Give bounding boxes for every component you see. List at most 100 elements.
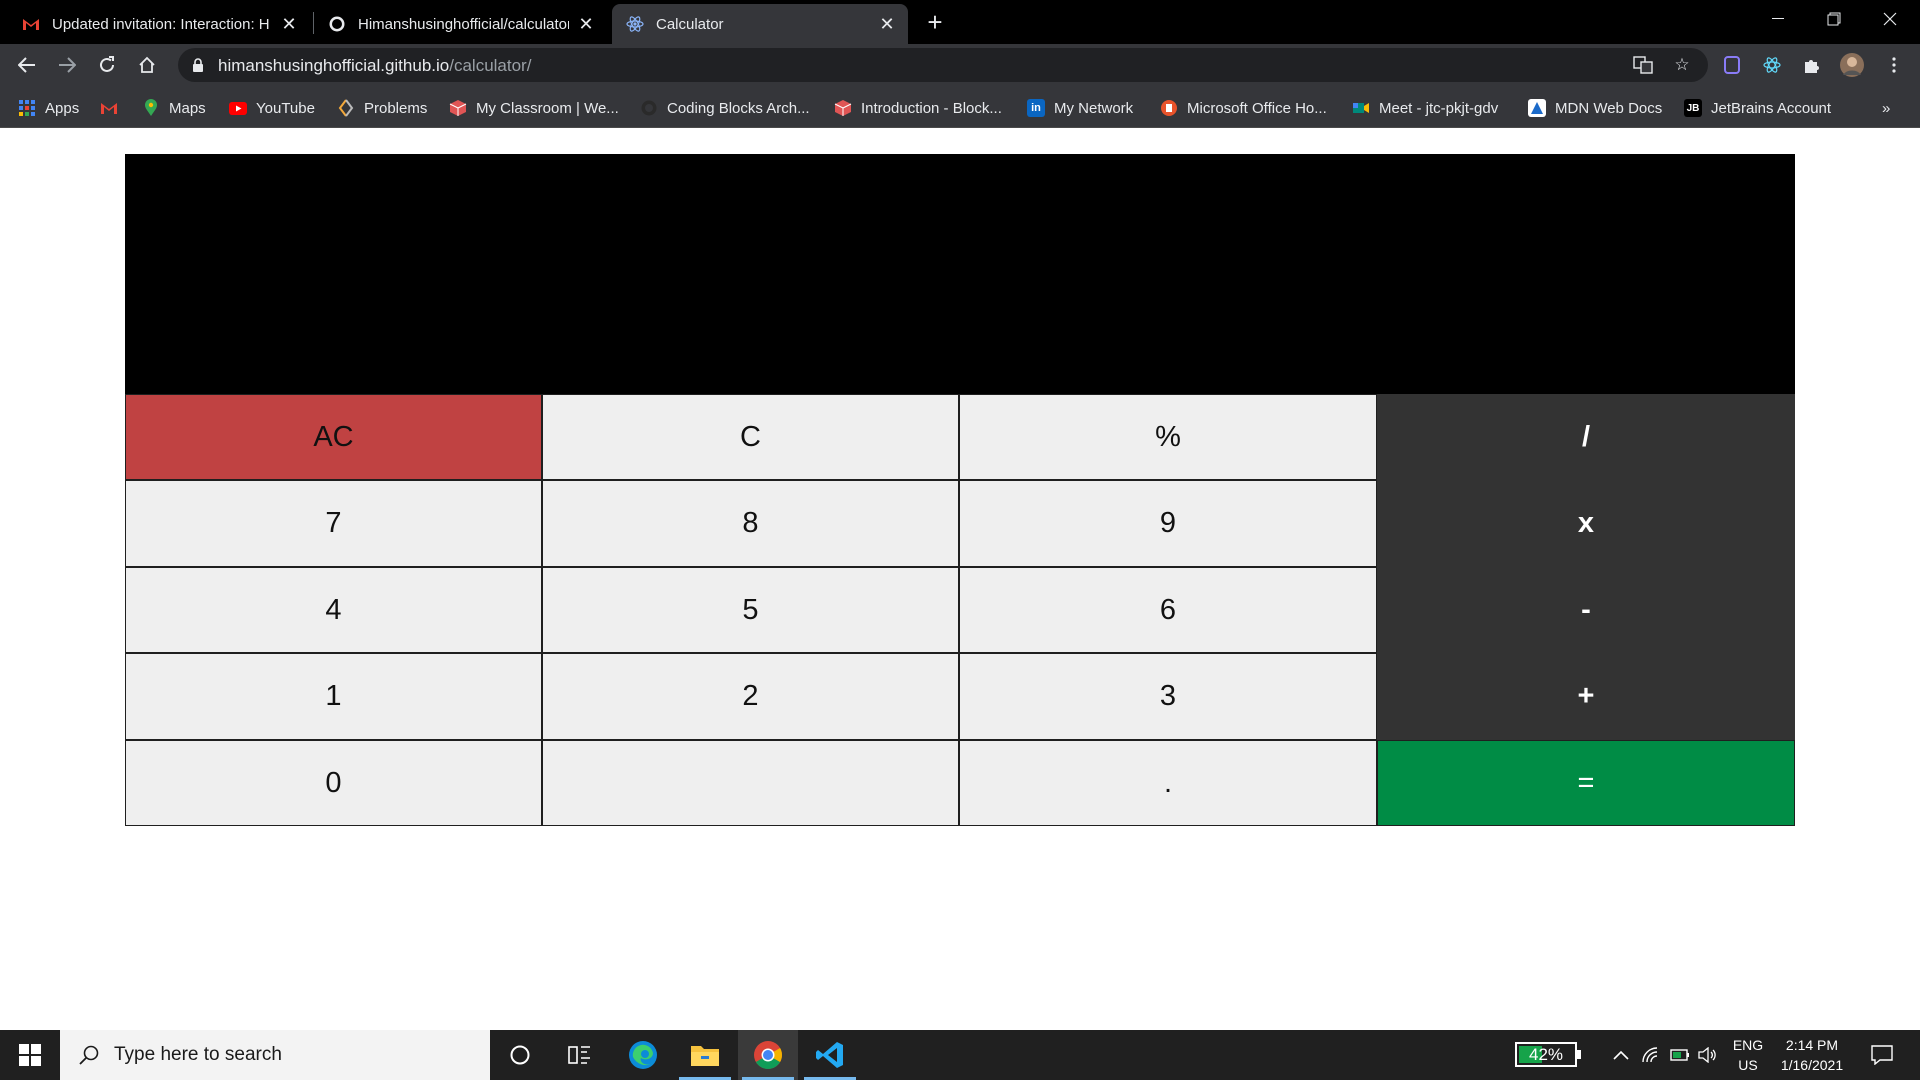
bookmark-label: My Classroom | We...	[476, 99, 619, 117]
bookmark-introduction-blocks[interactable]: Introduction - Block...	[834, 97, 1002, 119]
profile-avatar[interactable]	[1838, 51, 1866, 79]
key-7[interactable]: 7	[125, 480, 542, 567]
close-icon[interactable]: ✕	[575, 13, 597, 35]
task-view-icon[interactable]	[550, 1030, 610, 1080]
bookmark-maps[interactable]: Maps	[142, 97, 206, 119]
vscode-icon[interactable]	[800, 1030, 860, 1080]
key-8[interactable]: 8	[542, 480, 959, 567]
key-blank[interactable]	[542, 740, 959, 826]
close-window-icon[interactable]	[1862, 0, 1918, 38]
bookmark-label: Maps	[169, 99, 206, 117]
language-code: ENG	[1732, 1037, 1764, 1053]
wifi-icon[interactable]	[1636, 1030, 1666, 1080]
key-subtract[interactable]: -	[1377, 567, 1795, 653]
bookmark-coding-blocks-archive[interactable]: Coding Blocks Arch...	[640, 97, 810, 119]
bookmark-label: MDN Web Docs	[1555, 99, 1663, 117]
battery-percent-text: 42%	[1528, 1044, 1564, 1064]
bookmark-gmail[interactable]	[100, 97, 127, 119]
tab-gmail-invitation[interactable]: Updated invitation: Interaction: H ✕	[8, 4, 310, 44]
bookmark-label: Introduction - Block...	[861, 99, 1002, 117]
key-4[interactable]: 4	[125, 567, 542, 653]
address-bar[interactable]: himanshusinghofficial.github.io/calculat…	[178, 48, 1708, 82]
region-code: US	[1738, 1057, 1758, 1073]
bookmark-mdn-web-docs[interactable]: MDN Web Docs	[1528, 97, 1662, 119]
github-icon	[640, 99, 658, 117]
tab-title: Himanshusinghofficial/calculator	[358, 15, 569, 33]
bookmark-problems[interactable]: Problems	[337, 97, 427, 119]
jetbrains-icon: JB	[1684, 99, 1702, 117]
key-percent[interactable]: %	[959, 394, 1377, 480]
chrome-browser-icon[interactable]	[738, 1030, 798, 1080]
back-arrow-icon[interactable]	[12, 50, 42, 80]
bookmark-microsoft-office[interactable]: Microsoft Office Ho...	[1160, 97, 1327, 119]
forward-arrow-icon[interactable]	[52, 50, 82, 80]
bookmark-meet[interactable]: Meet - jtc-pkjt-gdv	[1352, 97, 1498, 119]
calculator-keypad: AC C % / 7 8 9 x 4 5 6 - 1 2 3 + 0 . =	[125, 394, 1795, 826]
edge-browser-icon[interactable]	[613, 1030, 673, 1080]
key-multiply[interactable]: x	[1377, 480, 1795, 567]
windows-start-icon[interactable]	[0, 1030, 60, 1080]
system-clock[interactable]: 2:14 PM 1/16/2021	[1772, 1035, 1852, 1075]
menu-dots-icon[interactable]	[1880, 51, 1908, 79]
restore-icon[interactable]	[1806, 0, 1862, 38]
key-equals[interactable]: =	[1377, 740, 1795, 826]
bookmark-jetbrains-account[interactable]: JB JetBrains Account	[1684, 97, 1831, 119]
close-icon[interactable]: ✕	[278, 13, 300, 35]
key-all-clear[interactable]: AC	[125, 394, 542, 480]
extension-bracket-icon[interactable]	[1718, 51, 1746, 79]
chevron-up-icon[interactable]	[1606, 1030, 1636, 1080]
tab-title: Updated invitation: Interaction: H	[52, 15, 270, 33]
github-icon	[328, 15, 346, 33]
key-0[interactable]: 0	[125, 740, 542, 826]
meet-icon	[1352, 99, 1370, 117]
key-3[interactable]: 3	[959, 653, 1377, 740]
extensions-puzzle-icon[interactable]	[1798, 51, 1826, 79]
search-placeholder: Type here to search	[114, 1044, 282, 1065]
taskbar-search-box[interactable]: Type here to search	[60, 1030, 490, 1080]
lock-icon[interactable]	[192, 57, 204, 73]
volume-icon[interactable]	[1694, 1030, 1722, 1080]
bookmark-label: Problems	[364, 99, 428, 117]
bookmark-label: Meet - jtc-pkjt-gdv	[1379, 99, 1499, 117]
minimize-icon[interactable]	[1750, 0, 1806, 38]
bookmark-label: YouTube	[256, 99, 315, 117]
star-icon[interactable]: ☆	[1668, 51, 1696, 79]
react-devtools-icon[interactable]	[1758, 51, 1786, 79]
key-6[interactable]: 6	[959, 567, 1377, 653]
calculator: AC C % / 7 8 9 x 4 5 6 - 1 2 3 + 0 . =	[125, 154, 1795, 826]
home-icon[interactable]	[132, 50, 162, 80]
key-1[interactable]: 1	[125, 653, 542, 740]
notifications-icon[interactable]	[1862, 1030, 1902, 1080]
tab-calculator[interactable]: Calculator ✕	[612, 4, 908, 44]
bookmarks-overflow-chevron-icon[interactable]: »	[1882, 97, 1890, 119]
key-add[interactable]: +	[1377, 653, 1795, 740]
key-5[interactable]: 5	[542, 567, 959, 653]
search-icon	[76, 1042, 102, 1068]
url-path: /calculator/	[449, 56, 532, 75]
tab-github-calculator[interactable]: Himanshusinghofficial/calculator ✕	[314, 4, 607, 44]
file-explorer-icon[interactable]	[675, 1030, 735, 1080]
bookmark-my-network[interactable]: in My Network	[1027, 97, 1133, 119]
key-2[interactable]: 2	[542, 653, 959, 740]
blocks-icon	[834, 99, 852, 117]
battery-indicator[interactable]: 42%	[1515, 1042, 1581, 1067]
battery-charging-icon[interactable]	[1666, 1030, 1694, 1080]
gmail-icon	[22, 15, 40, 33]
reload-icon[interactable]	[92, 50, 122, 80]
key-clear[interactable]: C	[542, 394, 959, 480]
bookmark-youtube[interactable]: YouTube	[229, 97, 315, 119]
key-decimal[interactable]: .	[959, 740, 1377, 826]
apps-grid-icon	[18, 99, 36, 117]
bookmark-apps[interactable]: Apps	[18, 97, 79, 119]
key-9[interactable]: 9	[959, 480, 1377, 567]
url-text: himanshusinghofficial.github.io/calculat…	[218, 56, 531, 76]
translate-icon[interactable]	[1629, 51, 1657, 79]
mdn-icon	[1528, 99, 1546, 117]
key-divide[interactable]: /	[1377, 394, 1795, 480]
bookmark-my-classroom[interactable]: My Classroom | We...	[449, 97, 619, 119]
close-icon[interactable]: ✕	[876, 13, 898, 35]
input-language-indicator[interactable]: ENG US	[1726, 1035, 1770, 1075]
new-tab-button[interactable]: +	[921, 7, 949, 37]
cortana-icon[interactable]	[490, 1030, 550, 1080]
classroom-icon	[449, 99, 467, 117]
